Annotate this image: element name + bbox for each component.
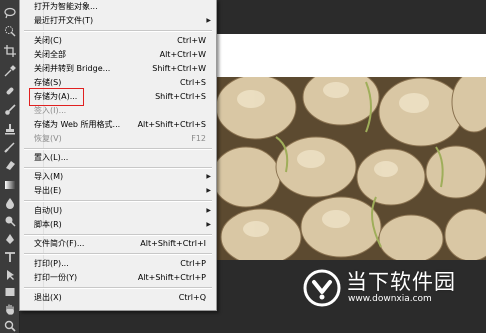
watermark-url: www.downxia.com bbox=[348, 294, 432, 304]
submenu-arrow-icon: ▶ bbox=[206, 221, 211, 228]
submenu-arrow-icon: ▶ bbox=[206, 187, 211, 194]
menu-item-print[interactable]: 打印(P)... Ctrl+P bbox=[20, 257, 216, 271]
eraser-icon[interactable] bbox=[3, 158, 16, 171]
gradient-icon[interactable] bbox=[3, 178, 16, 191]
watermark-title: 当下软件园 bbox=[346, 270, 456, 294]
lasso-icon[interactable] bbox=[3, 6, 16, 19]
yacon-photo bbox=[216, 77, 486, 260]
hand-icon[interactable] bbox=[3, 302, 16, 315]
file-menu: 打开为智能对象... 最近打开文件(T) ▶ 关闭(C) Ctrl+W 关闭全部… bbox=[19, 0, 217, 311]
clone-stamp-icon[interactable] bbox=[3, 122, 16, 135]
menu-separator bbox=[24, 253, 212, 255]
submenu-arrow-icon: ▶ bbox=[206, 173, 211, 180]
dodge-icon[interactable] bbox=[3, 214, 16, 227]
menu-item-import[interactable]: 导入(M) ▶ bbox=[20, 170, 216, 184]
crop-icon[interactable] bbox=[3, 44, 16, 57]
menu-item-place[interactable]: 置入(L)... bbox=[20, 151, 216, 165]
shape-icon[interactable] bbox=[3, 285, 16, 298]
menu-separator bbox=[24, 287, 212, 289]
menu-separator bbox=[24, 167, 212, 169]
eyedropper-icon[interactable] bbox=[3, 64, 16, 77]
menu-separator bbox=[24, 200, 212, 202]
menu-item-open-as-smart-object[interactable]: 打开为智能对象... bbox=[20, 0, 216, 14]
menu-item-file-info[interactable]: 文件简介(F)... Alt+Shift+Ctrl+I bbox=[20, 237, 216, 251]
menu-item-revert: 恢复(V) F12 bbox=[34, 134, 206, 143]
quick-select-icon[interactable] bbox=[3, 24, 16, 37]
menu-item-exit[interactable]: 退出(X) Ctrl+Q bbox=[20, 291, 216, 305]
healing-brush-icon[interactable] bbox=[3, 84, 16, 97]
document-image[interactable] bbox=[216, 77, 486, 260]
save-as-highlight bbox=[29, 88, 84, 106]
menu-item-save-for-web[interactable]: 存储为 Web 所用格式... Alt+Shift+Ctrl+S bbox=[20, 118, 216, 132]
menu-item-close-all[interactable]: 关闭全部 Alt+Ctrl+W bbox=[20, 48, 216, 62]
zoom-icon[interactable] bbox=[3, 319, 16, 332]
downxia-logo-icon bbox=[303, 269, 341, 307]
brush-icon[interactable] bbox=[3, 103, 16, 116]
watermark: 当下软件园 www.downxia.com bbox=[302, 262, 486, 312]
menu-item-close-and-go-to-bridge[interactable]: 关闭并转到 Bridge... Shift+Ctrl+W bbox=[20, 62, 216, 76]
menu-item-open-recent[interactable]: 最近打开文件(T) ▶ bbox=[20, 14, 216, 28]
type-icon[interactable] bbox=[3, 250, 16, 263]
submenu-arrow-icon: ▶ bbox=[206, 207, 211, 214]
tools-panel bbox=[0, 0, 20, 333]
menu-item-automate[interactable]: 自动(U) ▶ bbox=[20, 204, 216, 218]
menu-separator bbox=[24, 30, 212, 32]
pen-icon[interactable] bbox=[3, 232, 16, 245]
menu-separator bbox=[24, 234, 212, 236]
menu-item-export[interactable]: 导出(E) ▶ bbox=[20, 184, 216, 198]
path-select-icon[interactable] bbox=[3, 268, 16, 281]
menu-separator bbox=[24, 148, 212, 150]
submenu-arrow-icon: ▶ bbox=[206, 17, 211, 24]
menu-item-scripts[interactable]: 脚本(R) ▶ bbox=[20, 218, 216, 232]
menu-item-print-one-copy[interactable]: 打印一份(Y) Alt+Shift+Ctrl+P bbox=[20, 271, 216, 285]
blur-icon[interactable] bbox=[3, 196, 16, 209]
menu-item-check-in: 签入(I)... bbox=[34, 106, 67, 115]
history-brush-icon[interactable] bbox=[3, 140, 16, 153]
menu-item-close[interactable]: 关闭(C) Ctrl+W bbox=[20, 34, 216, 48]
